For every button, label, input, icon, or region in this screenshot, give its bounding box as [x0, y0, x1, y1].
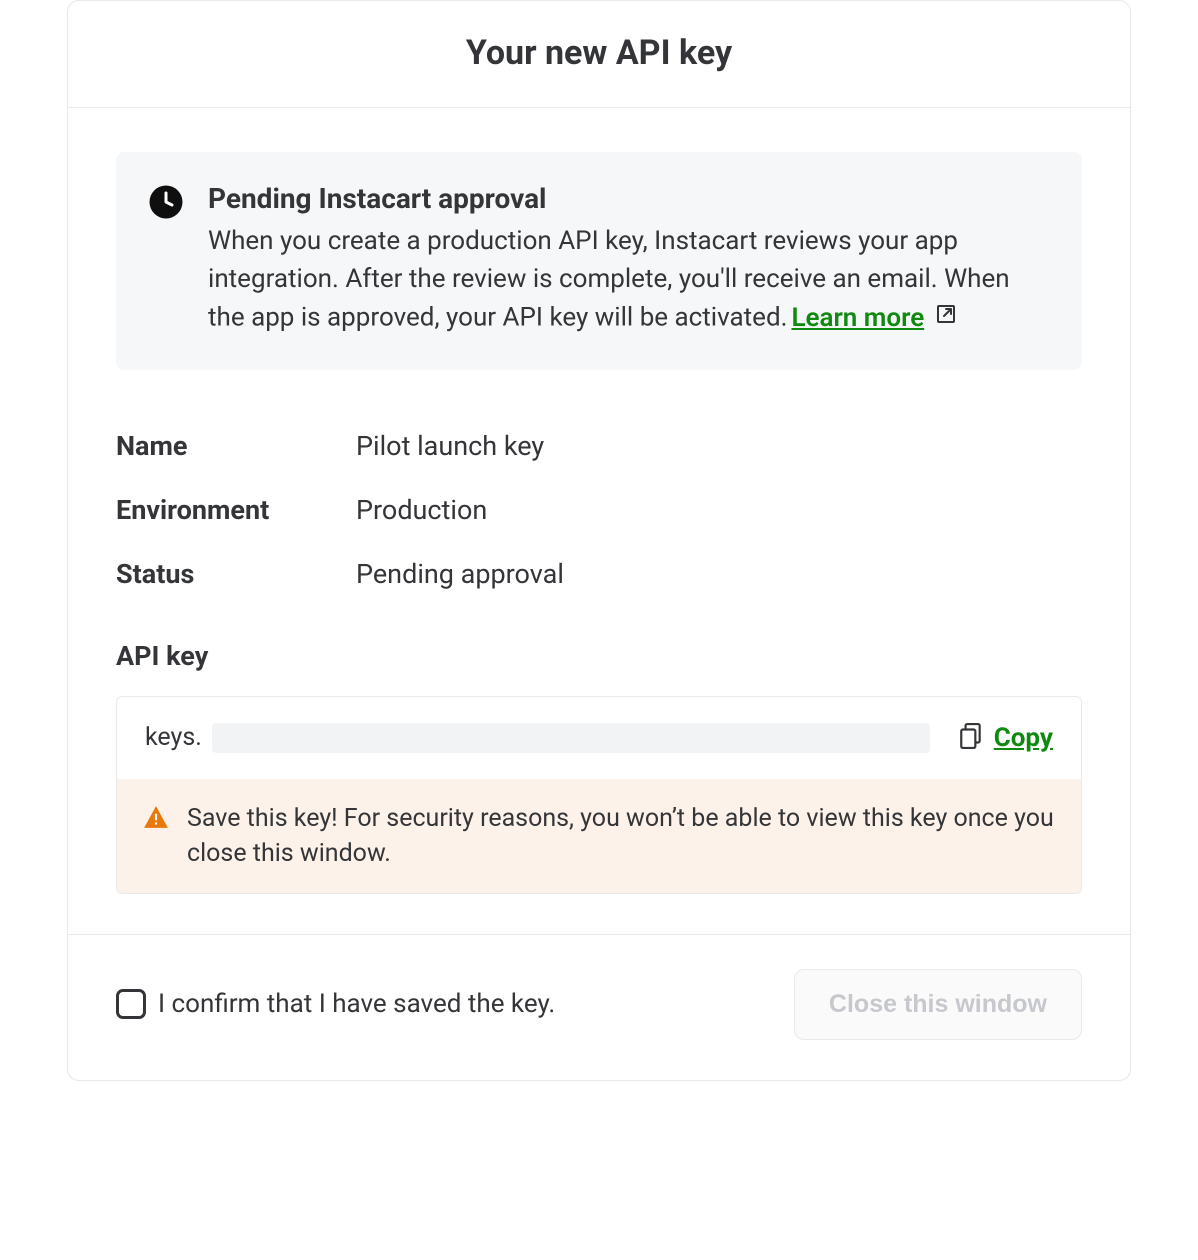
- close-window-button[interactable]: Close this window: [794, 969, 1082, 1040]
- warning-text: Save this key! For security reasons, you…: [187, 801, 1055, 871]
- external-link-icon: [934, 302, 958, 333]
- name-label: Name: [116, 430, 356, 462]
- confirm-saved-checkbox[interactable]: I confirm that I have saved the key.: [116, 989, 555, 1019]
- environment-label: Environment: [116, 494, 356, 526]
- key-details: Name Pilot launch key Environment Produc…: [116, 414, 1082, 606]
- api-key-redacted: [212, 723, 930, 753]
- api-key-prefix: keys.: [145, 723, 202, 752]
- detail-row-name: Name Pilot launch key: [116, 414, 1082, 478]
- api-key-modal: Your new API key Pending Instacart appro…: [67, 0, 1131, 1081]
- api-key-box: keys. Copy: [116, 696, 1082, 894]
- modal-body: Pending Instacart approval When you crea…: [68, 108, 1130, 934]
- learn-more-link[interactable]: Learn more: [791, 302, 958, 333]
- modal-header: Your new API key: [68, 1, 1130, 108]
- modal-title: Your new API key: [108, 33, 1090, 73]
- detail-row-environment: Environment Production: [116, 478, 1082, 542]
- banner-title: Pending Instacart approval: [208, 182, 1050, 215]
- confirm-label: I confirm that I have saved the key.: [158, 989, 555, 1019]
- copy-key-button[interactable]: Copy: [960, 723, 1053, 753]
- api-key-label: API key: [116, 640, 1082, 672]
- status-label: Status: [116, 558, 356, 590]
- status-value: Pending approval: [356, 558, 564, 590]
- learn-more-label: Learn more: [791, 303, 924, 333]
- clock-icon: [148, 184, 184, 220]
- save-key-warning: Save this key! For security reasons, you…: [117, 779, 1081, 893]
- api-key-row: keys. Copy: [117, 697, 1081, 779]
- detail-row-status: Status Pending approval: [116, 542, 1082, 606]
- name-value: Pilot launch key: [356, 430, 544, 462]
- warning-icon: [143, 805, 169, 833]
- api-key-section: API key keys. Copy: [116, 640, 1082, 894]
- banner-body: Pending Instacart approval When you crea…: [208, 182, 1050, 338]
- environment-value: Production: [356, 494, 487, 526]
- pending-approval-banner: Pending Instacart approval When you crea…: [116, 152, 1082, 370]
- checkbox-box: [116, 989, 146, 1019]
- copy-label: Copy: [994, 723, 1053, 753]
- copy-icon: [960, 723, 982, 753]
- modal-footer: I confirm that I have saved the key. Clo…: [68, 934, 1130, 1080]
